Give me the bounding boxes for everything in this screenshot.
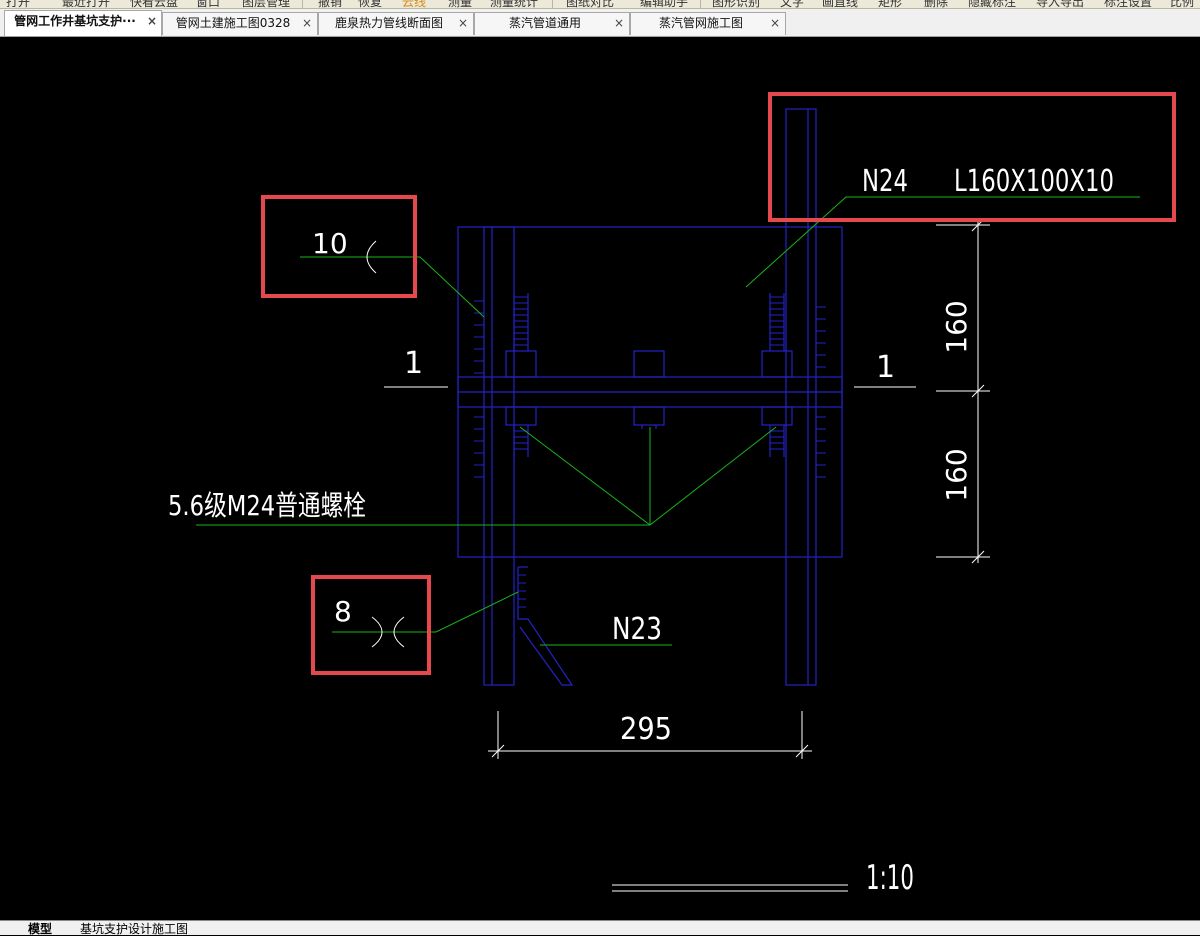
toolbar-recent[interactable]: 最近打开 (62, 0, 110, 8)
highlight-angle-spec (768, 92, 1176, 222)
bolt-nut (633, 406, 665, 426)
toolbar-layers[interactable]: 图层管理 (242, 0, 290, 8)
dim-295: 295 (620, 712, 672, 747)
bolt-nut (505, 406, 537, 426)
thread-ticks-right (770, 296, 784, 346)
tab-steam-network-construction[interactable]: 蒸汽管网施工图 × (630, 12, 786, 35)
angle-steel-spec: L160X100X10 (954, 164, 1114, 199)
bolt-leader (519, 426, 651, 526)
layout-tab-bar: 模型 基坑支护设计施工图 (0, 920, 1200, 936)
weld-size-8: 8 (334, 595, 352, 628)
main-toolbar: 打开 最近打开 快看云盘 窗口 图层管理 撤销 恢复 云线 测量 测量统计 图纸… (0, 0, 1200, 9)
post-ticks-left (474, 300, 484, 478)
bolt-nut (761, 406, 793, 426)
bolt-nut (505, 350, 537, 378)
tab-label: 管网土建施工图0328 (175, 16, 291, 30)
dim-160-top: 160 (940, 300, 973, 353)
tab-close-icon[interactable]: × (770, 13, 780, 34)
tab-label: 鹿泉热力管线断面图 (334, 16, 443, 30)
section-mark-left: 1 (404, 346, 423, 381)
bolt-spec-label: 5.6级M24普通螺栓 (168, 489, 366, 522)
toolbar-edit-assistant[interactable]: 编辑助手 (640, 0, 688, 8)
toolbar-separator (552, 0, 553, 8)
toolbar-cloud-disk[interactable]: 快看云盘 (130, 0, 178, 8)
toolbar-shape-recognition[interactable]: 图形识别 (712, 0, 760, 8)
bolt-nut (761, 350, 793, 378)
n23-label: N23 (612, 612, 662, 647)
tab-close-icon[interactable]: × (614, 13, 624, 34)
n24-leader (745, 196, 1140, 288)
document-tab-bar: 管网工作井基坑支护··· × 管网土建施工图0328 × 鹿泉热力管线断面图 ×… (0, 9, 1200, 37)
tab-pipe-network-excavation[interactable]: 管网工作井基坑支护··· × (4, 10, 162, 36)
section-mark-right: 1 (876, 350, 895, 385)
tab-close-icon[interactable]: × (458, 13, 468, 34)
cad-drawing-canvas[interactable]: N24 L160X100X10 10 1 1 160 160 5.6级M24普通… (0, 37, 1200, 920)
weld-10-leader (300, 256, 485, 318)
annotation-texts: N24 L160X100X10 10 1 1 160 160 5.6级M24普通… (168, 164, 1114, 898)
tab-label: 蒸汽管网施工图 (658, 16, 743, 30)
drawing-scale: 1:10 (866, 858, 914, 898)
right-post (785, 108, 817, 686)
toolbar-redo[interactable]: 恢复 (358, 0, 382, 8)
toolbar-open[interactable]: 打开 (6, 0, 30, 8)
tab-pipe-civil-construction[interactable]: 管网土建施工图0328 × (162, 12, 318, 35)
toolbar-line[interactable]: 画直线 (822, 0, 858, 8)
toolbar-measure-stats[interactable]: 测量统计 (490, 0, 538, 8)
toolbar-import-export[interactable]: 导入导出 (1036, 0, 1084, 8)
tab-close-icon[interactable]: × (302, 13, 312, 34)
toolbar-undo[interactable]: 撤销 (318, 0, 342, 8)
weld-8-leader (332, 591, 519, 633)
steel-members (457, 108, 843, 686)
toolbar-separator (700, 0, 701, 8)
bolt-leader (649, 426, 777, 526)
toolbar-measure[interactable]: 测量 (448, 0, 472, 8)
annotation-lines (366, 218, 990, 892)
bolt-nut (633, 350, 665, 378)
thread-ticks-lower (514, 430, 784, 450)
toolbar-dim-settings[interactable]: 标注设置 (1104, 0, 1152, 8)
toolbar-revcloud[interactable]: 云线 (402, 0, 426, 8)
toolbar-hide-dims[interactable]: 隐藏标注 (968, 0, 1016, 8)
toolbar-window[interactable]: 窗口 (196, 0, 220, 8)
toolbar-rectangle[interactable]: 矩形 (878, 0, 902, 8)
tab-label: 管网工作井基坑支护··· (14, 14, 136, 28)
tab-steam-pipe-general[interactable]: 蒸汽管道通用 × (474, 12, 630, 35)
toolbar-scale[interactable]: 比例 (1170, 0, 1194, 8)
toolbar-text[interactable]: 文字 (780, 0, 804, 8)
thread-ticks-left (514, 296, 528, 346)
highlight-weld-8 (311, 575, 431, 675)
cad-drawing: N24 L160X100X10 10 1 1 160 160 5.6级M24普通… (168, 92, 1176, 898)
stiffener-weld-ticks (518, 574, 526, 608)
dim-160-bottom: 160 (940, 448, 973, 501)
tab-close-icon[interactable]: × (147, 11, 157, 32)
toolbar-compare[interactable]: 图纸对比 (566, 0, 614, 8)
weld-size-10: 10 (312, 227, 348, 260)
toolbar-delete[interactable]: 删除 (924, 0, 948, 8)
tab-luquan-heating-section[interactable]: 鹿泉热力管线断面图 × (318, 12, 474, 35)
tab-label: 蒸汽管道通用 (508, 16, 581, 30)
toolbar-separator (302, 0, 303, 8)
n24-label: N24 (862, 164, 908, 199)
n23-stiffener (517, 567, 574, 686)
left-post (483, 226, 515, 686)
